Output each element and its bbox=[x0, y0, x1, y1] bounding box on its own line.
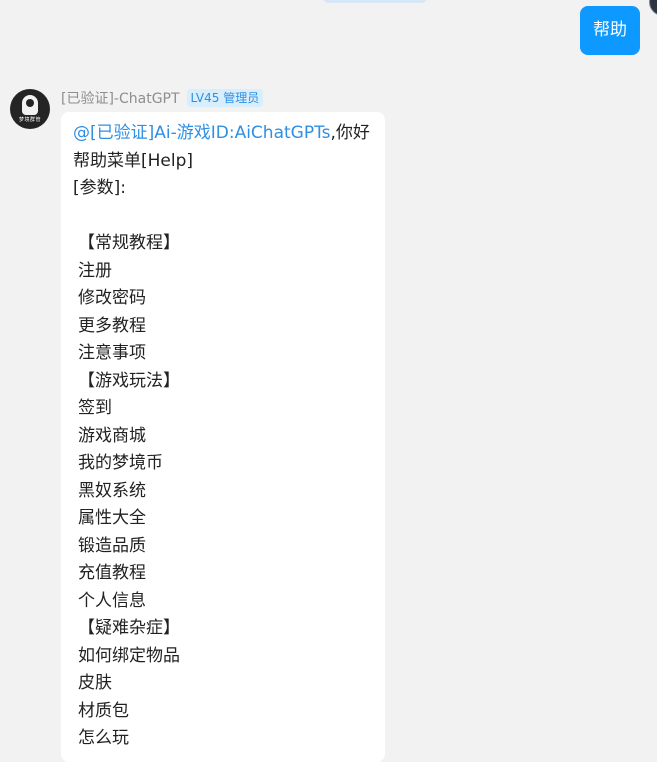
menu-item: 属性大全 bbox=[78, 508, 146, 528]
bot-avatar[interactable]: 梦境群管 bbox=[10, 89, 50, 129]
section-title-gameplay: 【游戏玩法】 bbox=[78, 370, 180, 391]
sender-name[interactable]: [已验证]-ChatGPT bbox=[61, 88, 180, 108]
menu-item: 游戏商城 bbox=[78, 425, 146, 446]
sender-row: [已验证]-ChatGPT LV45 管理员 bbox=[61, 88, 264, 108]
menu-item: 修改密码 bbox=[78, 288, 146, 308]
level-badge: LV45 管理员 bbox=[186, 89, 264, 107]
menu-item: 个人信息 bbox=[78, 590, 146, 611]
incoming-message-bubble: @[已验证]Ai-游戏ID:AiChatGPTs,你好 帮助菜单[Help] [… bbox=[61, 112, 385, 762]
user-avatar-edge[interactable] bbox=[649, 0, 657, 16]
menu-item: 充值教程 bbox=[78, 563, 146, 583]
menu-item: 签到 bbox=[78, 398, 112, 418]
menu-item: 注意事项 bbox=[78, 343, 146, 363]
params-label: [参数]: bbox=[73, 178, 126, 198]
avatar-caption: 梦境群管 bbox=[18, 117, 41, 123]
menu-item: 如何绑定物品 bbox=[78, 645, 180, 666]
greeting-text: ,你好 bbox=[330, 123, 370, 143]
mention-link[interactable]: @[已验证]Ai-游戏ID:AiChatGPTs bbox=[73, 123, 331, 143]
previous-message-bubble-edge bbox=[323, 0, 427, 3]
mention-line: @[已验证]Ai-游戏ID:AiChatGPTs,你好 bbox=[73, 120, 373, 148]
menu-item: 更多教程 bbox=[78, 315, 146, 336]
avatar-figure-icon bbox=[22, 95, 38, 115]
menu-item: 怎么玩 bbox=[78, 728, 129, 748]
section-title-general: 【常规教程】 bbox=[78, 233, 180, 253]
menu-item: 注册 bbox=[78, 260, 112, 281]
menu-item: 锻造品质 bbox=[78, 535, 146, 556]
menu-item: 黑奴系统 bbox=[78, 480, 146, 501]
menu-item: 材质包 bbox=[78, 700, 129, 721]
menu-item: 我的梦境币 bbox=[78, 453, 163, 473]
menu-title: 帮助菜单[Help] bbox=[73, 150, 194, 171]
section-title-troubleshooting: 【疑难杂症】 bbox=[78, 618, 180, 638]
outgoing-message-help[interactable]: 帮助 bbox=[580, 6, 640, 55]
menu-item: 皮肤 bbox=[78, 673, 112, 693]
